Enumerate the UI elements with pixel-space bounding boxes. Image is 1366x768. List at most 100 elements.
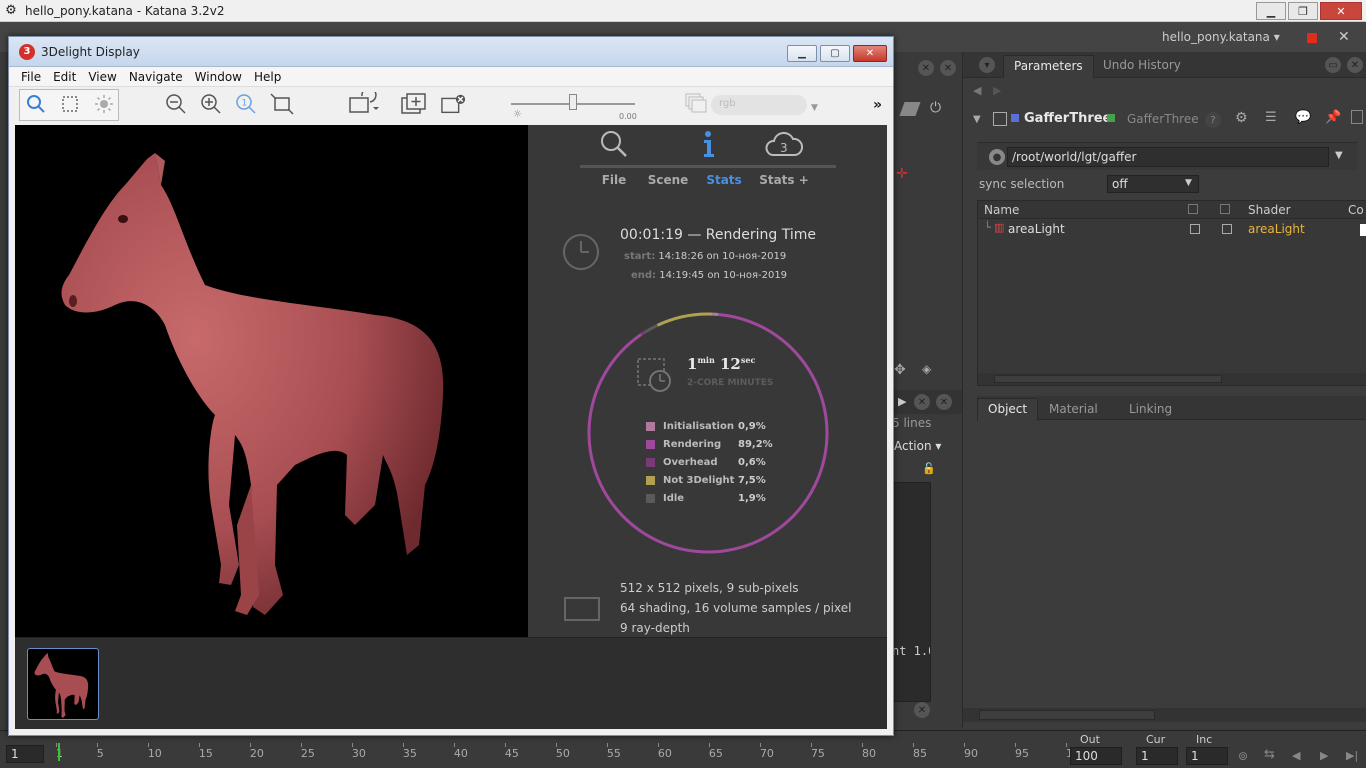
tab-file[interactable]: File bbox=[584, 173, 644, 187]
increment-field[interactable]: 1 bbox=[1186, 747, 1228, 765]
pane-close-icon-4[interactable]: ✕ bbox=[936, 394, 952, 410]
pane-close-icon-5[interactable]: ✕ bbox=[914, 702, 930, 718]
render-stop-icon[interactable] bbox=[1307, 33, 1317, 43]
stats-info-icon[interactable] bbox=[688, 129, 728, 159]
tab-stats-plus[interactable]: Stats + bbox=[754, 173, 814, 187]
light-icon[interactable] bbox=[91, 91, 117, 117]
comment-icon[interactable]: 💬 bbox=[1295, 110, 1311, 125]
exposure-slider-handle[interactable] bbox=[569, 94, 577, 110]
tab-stats[interactable]: Stats bbox=[694, 173, 754, 187]
panel-close-icon[interactable]: ✕ bbox=[1347, 57, 1363, 73]
thumbnail-frame[interactable] bbox=[27, 648, 99, 720]
out-label: Out bbox=[1080, 733, 1100, 746]
col-mute-icon[interactable] bbox=[1188, 204, 1198, 214]
project-dropdown[interactable]: hello_pony.katana ▾ bbox=[1162, 30, 1280, 44]
play-backward-icon[interactable]: ◀ bbox=[1292, 749, 1300, 762]
power-icon[interactable]: ⏻ bbox=[930, 100, 941, 116]
dl-maximize-button[interactable]: ▢ bbox=[820, 45, 850, 62]
play-icon[interactable]: ▶ bbox=[898, 395, 906, 408]
resolution-info: 512 x 512 pixels, 9 sub-pixels bbox=[620, 581, 799, 595]
link-icon[interactable]: ◈ bbox=[922, 362, 931, 376]
tab-material[interactable]: Material bbox=[1039, 399, 1108, 422]
zoom-out-icon[interactable] bbox=[163, 91, 189, 117]
fit-view-icon[interactable] bbox=[269, 91, 295, 117]
channels-icon[interactable] bbox=[685, 93, 709, 115]
pin-icon[interactable]: 📌 bbox=[1325, 110, 1341, 125]
close-button[interactable]: ✕ bbox=[1320, 2, 1362, 20]
tab-undo-history[interactable]: Undo History bbox=[1093, 55, 1191, 78]
table-row[interactable]: └ ▥ areaLight areaLight bbox=[982, 221, 1366, 239]
help-icon[interactable]: ? bbox=[1205, 112, 1221, 128]
play-forward-icon[interactable]: ▶ bbox=[1320, 749, 1328, 762]
move-icon[interactable]: ✥ bbox=[894, 362, 906, 378]
remove-frame-icon[interactable] bbox=[441, 91, 467, 117]
restore-button[interactable]: ❐ bbox=[1288, 2, 1318, 20]
more-icon[interactable]: » bbox=[873, 97, 882, 113]
pane-close-icon[interactable]: ✕ bbox=[918, 60, 934, 76]
add-frame-icon[interactable] bbox=[401, 91, 427, 117]
menu-edit[interactable]: Edit bbox=[53, 70, 76, 84]
menu-view[interactable]: View bbox=[88, 70, 116, 84]
node-name[interactable]: GafferThree bbox=[1024, 111, 1111, 126]
crop-region-icon[interactable] bbox=[57, 91, 83, 117]
dl-close-button[interactable]: ✕ bbox=[853, 45, 887, 62]
solo-checkbox[interactable] bbox=[1222, 224, 1232, 234]
tab-object[interactable]: Object bbox=[977, 398, 1039, 421]
menu-file[interactable]: File bbox=[21, 70, 41, 84]
panel-menu-icon[interactable]: ▾ bbox=[979, 57, 995, 73]
col-shader[interactable]: Shader bbox=[1248, 203, 1291, 217]
timeline-tick-label: 90 bbox=[963, 747, 978, 760]
timeline-playhead[interactable] bbox=[58, 743, 60, 761]
chevron-down-icon[interactable]: ▼ bbox=[1185, 178, 1192, 188]
flipbook-icon[interactable]: ⇆ bbox=[1264, 747, 1275, 762]
menu-navigate[interactable]: Navigate bbox=[129, 70, 183, 84]
col-co[interactable]: Co bbox=[1348, 203, 1364, 217]
back-icon[interactable]: ◀ bbox=[973, 84, 981, 97]
mute-checkbox[interactable] bbox=[1190, 224, 1200, 234]
current-frame-field[interactable]: 1 bbox=[1136, 747, 1178, 765]
timeline-tick bbox=[56, 743, 57, 747]
tab-scene[interactable]: Scene bbox=[638, 173, 698, 187]
next-keyframe-icon[interactable]: ▶| bbox=[1346, 749, 1358, 762]
dl-minimize-button[interactable]: ▁ bbox=[787, 45, 817, 62]
tab-linking[interactable]: Linking bbox=[1119, 399, 1182, 422]
float-icon[interactable] bbox=[1351, 110, 1363, 124]
tab-parameters[interactable]: Parameters bbox=[1003, 55, 1094, 78]
record-icon[interactable]: ⊚ bbox=[1238, 749, 1248, 763]
close-pane-icon[interactable]: ✕ bbox=[1338, 29, 1350, 45]
color-swatch[interactable] bbox=[1360, 224, 1366, 236]
location-icon[interactable]: ● bbox=[989, 149, 1005, 165]
start-frame-field[interactable]: 1 bbox=[6, 745, 44, 763]
cloud-icon[interactable]: 3 bbox=[764, 129, 804, 159]
menu-window[interactable]: Window bbox=[195, 70, 242, 84]
path-dropdown-icon[interactable]: ▼ bbox=[1335, 150, 1343, 161]
sliders-icon[interactable]: ☰ bbox=[1265, 110, 1277, 125]
channel-dropdown-icon[interactable]: ▼ bbox=[811, 103, 818, 113]
zoom-1to1-icon[interactable]: 1 bbox=[233, 91, 259, 117]
scenegraph-path-field[interactable]: /root/world/lgt/gaffer bbox=[1007, 147, 1329, 167]
refresh-frame-icon[interactable] bbox=[345, 91, 385, 117]
timeline-ruler[interactable]: 1510152025303540455055606570758085909510… bbox=[48, 743, 1087, 765]
forward-icon[interactable]: ▶ bbox=[993, 84, 1001, 97]
viewer-icon[interactable] bbox=[899, 102, 921, 116]
panel-float-icon[interactable]: ▭ bbox=[1325, 57, 1341, 73]
col-name[interactable]: Name bbox=[984, 203, 1019, 217]
lock-icon[interactable]: 🔓 bbox=[922, 462, 936, 475]
menu-help[interactable]: Help bbox=[254, 70, 281, 84]
render-viewport[interactable] bbox=[15, 125, 528, 637]
bottom-scrollbar[interactable] bbox=[963, 708, 1366, 722]
col-solo-icon[interactable] bbox=[1220, 204, 1230, 214]
pane-close-icon-3[interactable]: ✕ bbox=[914, 394, 930, 410]
channel-select[interactable]: rgb bbox=[711, 95, 807, 115]
scrollbar[interactable] bbox=[930, 482, 944, 702]
collapse-icon[interactable]: ▼ bbox=[973, 114, 981, 125]
pane-close-icon-2[interactable]: ✕ bbox=[940, 60, 956, 76]
action-dropdown[interactable]: Action ▾ bbox=[894, 439, 941, 453]
file-tab-search-icon[interactable] bbox=[594, 129, 634, 159]
horizontal-scrollbar[interactable] bbox=[978, 373, 1366, 385]
zoom-in-icon[interactable] bbox=[198, 91, 224, 117]
inspect-icon[interactable] bbox=[23, 91, 49, 117]
gear-icon[interactable]: ⚙ bbox=[1235, 110, 1248, 126]
out-frame-field[interactable]: 100 bbox=[1070, 747, 1122, 765]
minimize-button[interactable]: ▁ bbox=[1256, 2, 1286, 20]
